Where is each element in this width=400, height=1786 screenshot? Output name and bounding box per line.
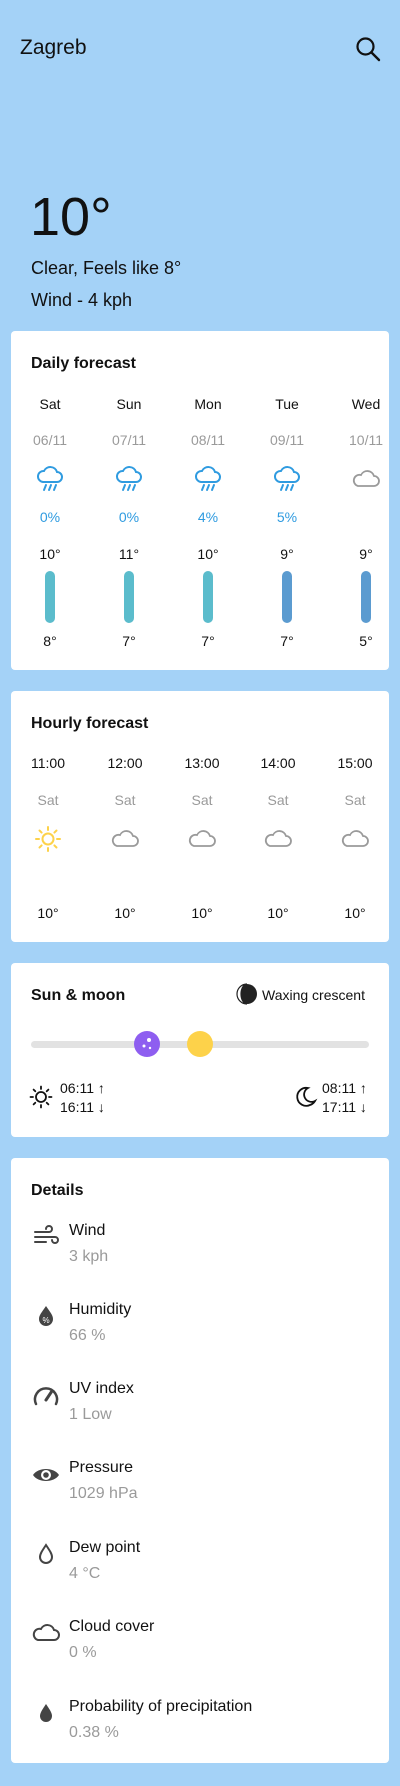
cloud-icon [263,825,293,851]
moon-phase-label: Waxing crescent [262,987,365,1003]
sun-position-marker [187,1031,213,1057]
precip-chance: 0% [118,509,140,525]
precip-chance: 5% [276,509,298,525]
rain-cloud-icon [114,465,144,491]
details-card: Details Wind 3 kph % Humidity 66 % UV in… [11,1158,389,1763]
detail-value: 66 % [69,1327,106,1344]
current-temperature: 10° [30,187,112,247]
sunset-time: 16:11 ↓ [60,1099,105,1115]
day-high: 9° [359,546,373,562]
day-name: Mon [194,396,222,412]
detail-value: 0.38 % [69,1724,119,1741]
hour-time: 11:00 [31,755,65,771]
day-high: 10° [39,546,61,562]
hour-time: 14:00 [260,755,296,771]
sun-moon-card: Sun & moon Waxing crescent 06:11 ↑ 16:11… [11,963,389,1137]
drop-filled-icon [31,1698,61,1728]
eye-icon [31,1460,61,1490]
hour-time: 13:00 [184,755,220,771]
cloud-outline-icon [31,1618,61,1648]
detail-label: Cloud cover [69,1618,155,1635]
drop-outline-icon [31,1539,61,1569]
detail-value: 1 Low [69,1406,112,1423]
detail-label: Wind [69,1222,106,1239]
day-low: 5° [359,633,373,649]
sun-icon [29,1085,53,1109]
day-date: 09/11 [270,432,304,448]
moon-icon [294,1085,318,1109]
day-low: 7° [280,633,294,649]
city-title: Zagreb [20,36,87,59]
hourly-forecast-card: Hourly forecast 11:00 Sat 10° 12:00 Sat … [11,691,389,942]
detail-label: Probability of precipitation [69,1698,253,1715]
hour-day: Sat [114,792,136,808]
day-date: 10/11 [349,432,383,448]
sunrise-time: 06:11 ↑ [60,1080,105,1096]
wind-icon [31,1222,61,1252]
day-name: Sun [116,396,142,412]
hour-temp: 10° [191,905,213,921]
day-name: Wed [351,396,381,412]
cloud-icon [187,825,217,851]
detail-value: 0 % [69,1644,97,1661]
gauge-icon [31,1381,61,1411]
temp-range-bar [45,571,55,623]
hour-temp: 10° [37,905,59,921]
rain-cloud-icon [35,465,65,491]
temp-range-bar [361,571,371,623]
hourly-forecast-title: Hourly forecast [31,715,149,732]
detail-value: 4 °C [69,1565,101,1582]
sun-icon [33,825,63,852]
hour-time: 15:00 [337,755,373,771]
daily-forecast-card: Daily forecast Sat 06/11 0% 10° 8° Sun 0… [11,331,389,670]
hour-temp: 10° [267,905,289,921]
rain-cloud-icon [272,465,302,491]
day-name: Tue [275,396,299,412]
detail-value: 1029 hPa [69,1485,138,1502]
moon-position-marker [134,1031,160,1057]
hour-day: Sat [344,792,366,808]
precip-chance: 0% [39,509,61,525]
moonset-time: 17:11 ↓ [322,1099,367,1115]
day-high: 11° [118,546,140,562]
search-icon[interactable] [355,36,381,62]
detail-value: 3 kph [69,1248,109,1265]
day-high: 10° [197,546,219,562]
day-low: 7° [122,633,136,649]
hour-day: Sat [37,792,59,808]
detail-label: Dew point [69,1539,141,1556]
day-date: 06/11 [33,432,67,448]
day-name: Sat [39,396,61,412]
hour-time: 12:00 [107,755,143,771]
svg-text:%: % [42,1316,49,1325]
moonrise-time: 08:11 ↑ [322,1080,367,1096]
detail-label: UV index [69,1380,134,1397]
cloud-icon [110,825,140,851]
day-low: 7° [201,633,215,649]
detail-label: Pressure [69,1459,134,1476]
details-title: Details [31,1182,84,1199]
detail-label: Humidity [69,1301,132,1318]
day-date: 08/11 [191,432,225,448]
hour-temp: 10° [344,905,366,921]
humidity-icon: % [31,1301,61,1331]
rain-cloud-icon [193,465,223,491]
day-low: 8° [43,633,57,649]
cloud-icon [340,825,370,851]
current-condition: Clear, Feels like 8° [31,258,182,278]
temp-range-bar [282,571,292,623]
day-date: 07/11 [112,432,146,448]
sun-moon-title: Sun & moon [31,987,126,1004]
cloud-icon [351,465,381,491]
hour-day: Sat [267,792,289,808]
temp-range-bar [124,571,134,623]
daily-forecast-title: Daily forecast [31,355,136,372]
precip-chance: 4% [197,509,219,525]
hour-temp: 10° [114,905,136,921]
temp-range-bar [203,571,213,623]
day-high: 9° [280,546,294,562]
hour-day: Sat [191,792,213,808]
moon-phase-icon [236,983,258,1005]
current-wind: Wind - 4 kph [31,290,133,310]
